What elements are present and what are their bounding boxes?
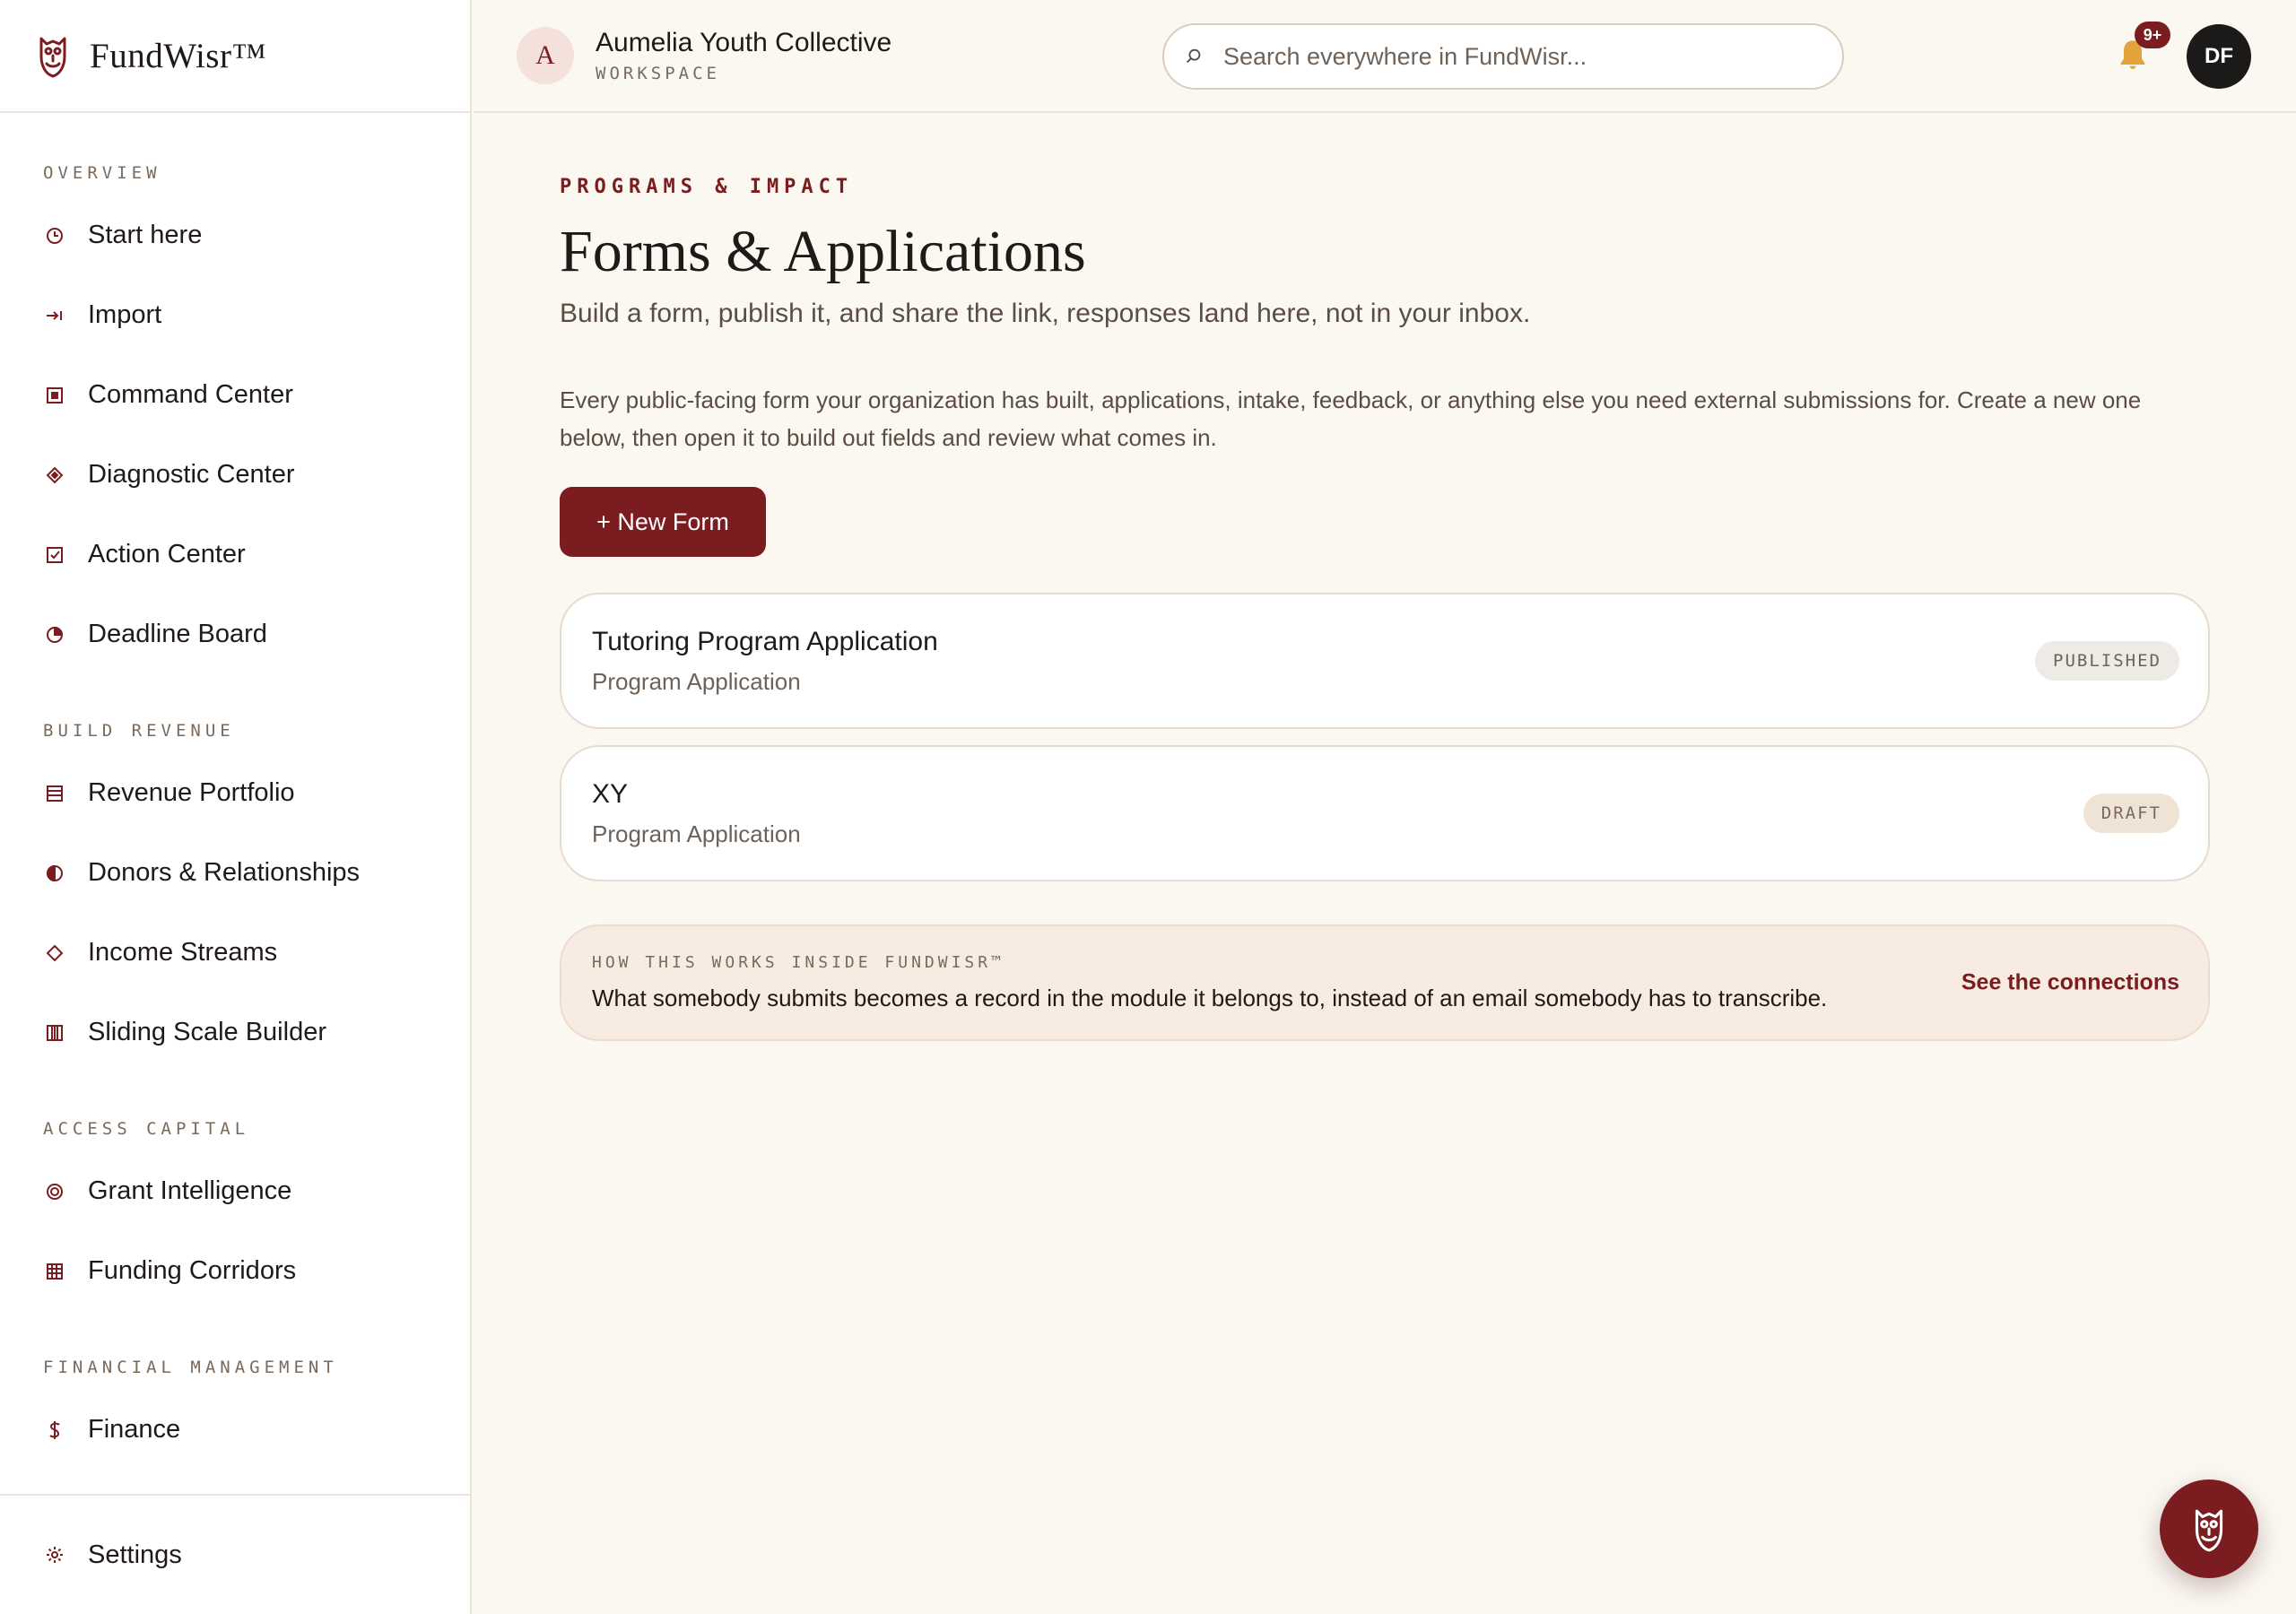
sidebar-item-label: Sliding Scale Builder [88, 1018, 326, 1046]
workspace-switcher[interactable]: Aumelia Youth Collective WORKSPACE [596, 28, 891, 83]
sidebar-item-label: Start here [88, 221, 203, 249]
new-form-button[interactable]: + New Form [560, 487, 766, 557]
columns-icon [43, 1021, 66, 1045]
workspace-label: WORKSPACE [596, 64, 720, 83]
search-input[interactable] [1223, 42, 1797, 71]
sidebar-item-settings[interactable]: Settings [0, 1515, 182, 1595]
owl-logo-icon [36, 33, 70, 78]
sidebar-item-income-streams[interactable]: Income Streams [0, 913, 470, 993]
sidebar-item-donors-relationships[interactable]: Donors & Relationships [0, 833, 470, 913]
dollar-icon [43, 1419, 66, 1442]
sidebar: FundWisr™ OVERVIEW Start here Import Com… [0, 0, 472, 1614]
sidebar-item-revenue-portfolio[interactable]: Revenue Portfolio [0, 753, 470, 833]
page-title: Forms & Applications [560, 219, 1086, 284]
sidebar-item-funding-corridors[interactable]: Funding Corridors [0, 1231, 470, 1311]
target-icon [43, 1180, 66, 1203]
clock-icon [43, 224, 66, 247]
sidebar-item-diagnostic-center[interactable]: Diagnostic Center [0, 435, 470, 515]
page-subtitle: Build a form, publish it, and share the … [560, 299, 1531, 328]
import-arrow-icon [43, 304, 66, 327]
diamond-icon [43, 464, 66, 487]
section-financial-management: FINANCIAL MANAGEMENT [43, 1358, 338, 1377]
top-bar: A Aumelia Youth Collective WORKSPACE 9+ … [474, 0, 2296, 113]
sidebar-nav: OVERVIEW Start here Import Command Cente… [0, 113, 470, 1470]
sidebar-item-label: Diagnostic Center [88, 460, 295, 489]
sidebar-item-label: Deadline Board [88, 620, 267, 648]
sidebar-item-label: Revenue Portfolio [88, 778, 295, 807]
sidebar-item-start-here[interactable]: Start here [0, 195, 470, 275]
form-title: XY [592, 778, 629, 809]
user-avatar[interactable]: DF [2187, 24, 2251, 89]
sidebar-item-label: Import [88, 300, 162, 329]
sidebar-item-label: Grant Intelligence [88, 1176, 292, 1205]
sidebar-item-action-center[interactable]: Action Center [0, 515, 470, 594]
assistant-fab[interactable] [2160, 1480, 2258, 1578]
status-badge: PUBLISHED [2035, 641, 2179, 681]
global-search[interactable] [1162, 23, 1844, 90]
workspace-avatar[interactable]: A [517, 27, 574, 84]
gear-icon [43, 1543, 66, 1566]
search-icon [1184, 45, 1207, 68]
main-content: PROGRAMS & IMPACT Forms & Applications B… [560, 113, 2210, 1041]
sidebar-item-label: Action Center [88, 540, 246, 568]
sidebar-item-label: Donors & Relationships [88, 858, 361, 887]
grid-icon [43, 1260, 66, 1283]
sidebar-item-grant-intelligence[interactable]: Grant Intelligence [0, 1151, 470, 1231]
pie-icon [43, 623, 66, 646]
workspace-name: Aumelia Youth Collective [596, 28, 892, 57]
page-eyebrow: PROGRAMS & IMPACT [560, 176, 854, 198]
how-it-works-card: HOW THIS WORKS INSIDE FUNDWISR™ What som… [560, 924, 2210, 1041]
sidebar-item-label: Settings [88, 1540, 182, 1569]
sidebar-item-deadline-board[interactable]: Deadline Board [0, 594, 470, 674]
section-build-revenue: BUILD REVENUE [43, 721, 235, 741]
brand-name: FundWisr™ [90, 36, 267, 75]
page-intro: Every public-facing form your organizati… [560, 386, 2142, 451]
notification-badge: 9+ [2135, 22, 2170, 48]
settings-area: Settings [0, 1494, 470, 1614]
form-title: Tutoring Program Application [592, 626, 938, 656]
square-target-icon [43, 384, 66, 407]
sidebar-item-command-center[interactable]: Command Center [0, 355, 470, 435]
sidebar-item-label: Income Streams [88, 938, 278, 967]
see-connections-link[interactable]: See the connections [1961, 970, 2179, 996]
form-type: Program Application [592, 820, 801, 847]
form-card[interactable]: Tutoring Program Application Program App… [560, 593, 2210, 729]
sidebar-item-label: Command Center [88, 380, 293, 409]
sidebar-item-finance[interactable]: Finance [0, 1390, 470, 1470]
section-overview: OVERVIEW [43, 163, 161, 183]
diamond-outline-icon [43, 941, 66, 965]
status-badge: DRAFT [2083, 794, 2179, 833]
brand[interactable]: FundWisr™ [0, 0, 470, 113]
checkbox-icon [43, 543, 66, 567]
half-circle-icon [43, 862, 66, 885]
form-type: Program Application [592, 667, 801, 695]
sidebar-item-import[interactable]: Import [0, 275, 470, 355]
form-card[interactable]: XY Program Application DRAFT [560, 745, 2210, 881]
sidebar-item-sliding-scale-builder[interactable]: Sliding Scale Builder [0, 993, 470, 1072]
section-access-capital: ACCESS CAPITAL [43, 1119, 250, 1139]
owl-assistant-icon [2195, 1509, 2223, 1552]
sidebar-item-label: Funding Corridors [88, 1256, 297, 1285]
sidebar-item-label: Finance [88, 1415, 181, 1444]
list-icon [43, 782, 66, 805]
